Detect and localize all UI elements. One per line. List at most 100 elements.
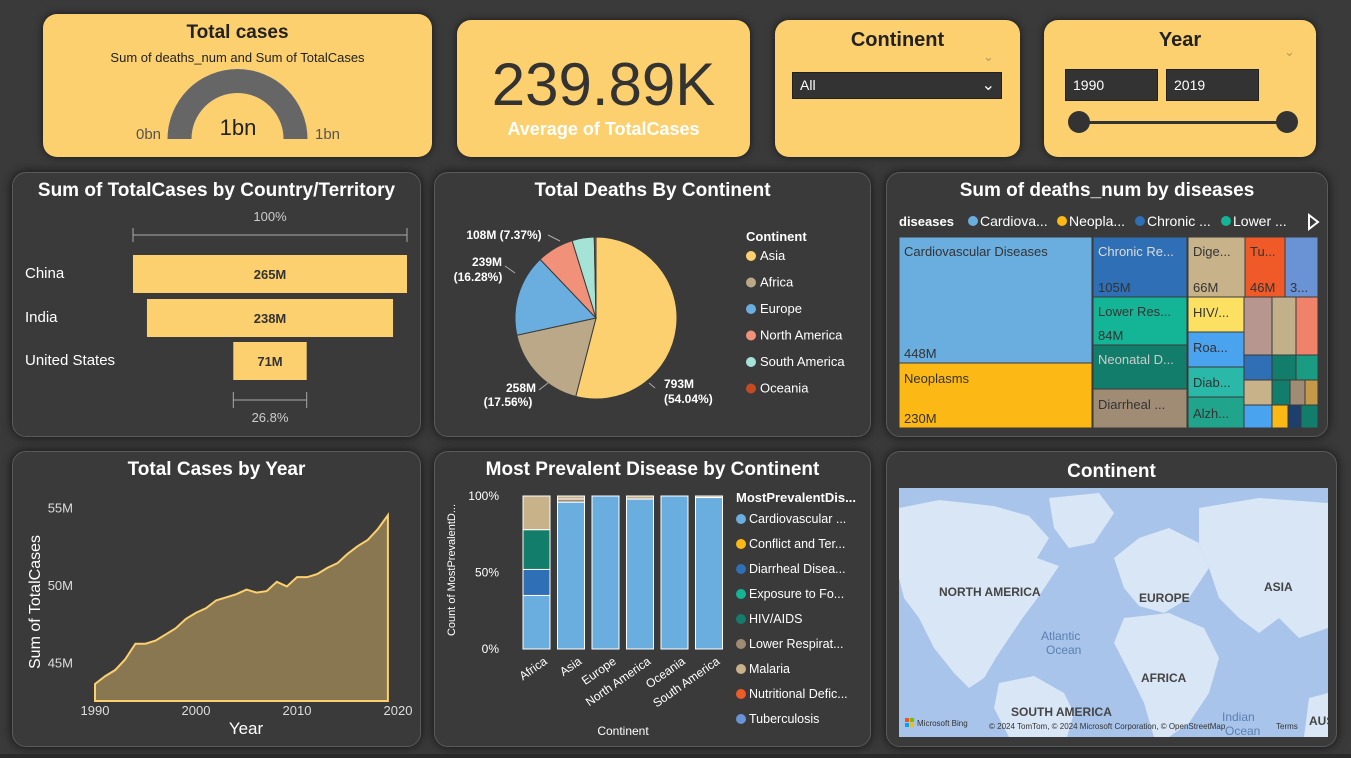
year-slicer[interactable]: Year ⌄ 1990 2019 (1044, 20, 1316, 157)
bing-logo-square-4 (910, 723, 914, 727)
tile-small-8[interactable] (1271, 379, 1291, 406)
legend-next-arrow-icon[interactable] (1308, 212, 1320, 232)
area-xtick: 2000 (182, 703, 211, 718)
legend-dot (736, 714, 746, 724)
stacked-segment[interactable] (626, 498, 654, 650)
slicer-chevron-icon[interactable]: ⌄ (1284, 44, 1295, 60)
slicer-chevron-icon[interactable]: ⌄ (983, 49, 994, 65)
stacked-legend-item[interactable]: Tuberculosis (749, 712, 819, 726)
stacked-segment[interactable] (522, 529, 551, 570)
continent-slicer[interactable]: Continent ⌄ All ⌄ (775, 20, 1020, 157)
area-xtick: 2020 (384, 703, 413, 718)
pie-legend-item[interactable]: Africa (760, 275, 794, 290)
stacked-segment[interactable] (695, 495, 723, 499)
bottom-strip (0, 754, 1351, 758)
stacked-legend-item[interactable]: Conflict and Ter... (749, 537, 845, 551)
average-totalcases-card[interactable]: 239.89K Average of TotalCases (457, 20, 750, 157)
funnel-category: India (25, 309, 58, 326)
tile-small-10[interactable] (1304, 379, 1319, 406)
stacked-segment[interactable] (557, 495, 585, 500)
funnel-bar-value: 71M (257, 354, 282, 369)
stacked-segment[interactable] (522, 495, 551, 531)
pie-card[interactable]: Total Deaths By Continent 793M (54.04%) … (434, 172, 871, 437)
stacked-segment[interactable] (591, 495, 620, 650)
pie-legend-item[interactable]: Europe (760, 301, 802, 316)
tile-small-1[interactable] (1243, 296, 1273, 356)
stacked-segment[interactable] (695, 497, 723, 650)
treemap-legend-item[interactable]: Lower ... (1233, 213, 1287, 229)
area-card[interactable]: Total Cases by Year 1990 2000 2010 2020 45M… (12, 451, 421, 747)
stacked-legend-item[interactable]: Nutritional Defic... (749, 687, 848, 701)
pie-leader-europe (504, 265, 516, 274)
stacked-legend-item[interactable]: Cardiovascular ... (749, 512, 846, 526)
funnel-top-label: 100% (253, 209, 287, 224)
treemap-legend-dot (1057, 216, 1067, 226)
year-to-input[interactable]: 2019 (1166, 69, 1259, 101)
tile-small-3[interactable] (1295, 296, 1319, 356)
stacked-legend-item[interactable]: Malaria (749, 662, 790, 676)
year-slicer-title: Year (1158, 29, 1202, 51)
area-ytick: 45M (48, 655, 73, 670)
tile-label: Neonatal D... (1098, 352, 1174, 367)
map-logo: Microsoft Bing (917, 719, 968, 728)
map-label: Ocean (1046, 643, 1081, 657)
stacked-segment[interactable] (626, 495, 654, 500)
year-to-value: 2019 (1174, 77, 1206, 93)
treemap-legend-item[interactable]: Cardiova... (980, 213, 1048, 229)
pie-legend-item[interactable]: Asia (760, 248, 786, 263)
map-terms[interactable]: Terms (1276, 722, 1298, 731)
tile-small-9[interactable] (1289, 379, 1306, 406)
funnel-bottom-label: 26.8% (252, 410, 289, 425)
stacked-segment[interactable] (557, 501, 585, 650)
legend-dot (736, 589, 746, 599)
treemap-legend-item[interactable]: Neopla... (1069, 213, 1125, 229)
tile-value: 66M (1193, 280, 1218, 295)
treemap-legend-item[interactable]: Chronic ... (1147, 213, 1211, 229)
tile-small-7[interactable] (1243, 379, 1273, 406)
stacked-card[interactable]: Most Prevalent Disease by Continent 100%… (434, 451, 871, 747)
pie-legend-item[interactable]: South America (760, 354, 845, 369)
stacked-segment[interactable] (660, 495, 689, 650)
year-from-input[interactable]: 1990 (1065, 69, 1158, 101)
treemap-legend-dot (1135, 216, 1145, 226)
map-card[interactable]: Continent NORTH AMERICA EUROPE ASIA AFRI… (886, 451, 1337, 747)
treemap-card[interactable]: Sum of deaths_num by diseases diseases C… (886, 172, 1328, 437)
tile-value: 46M (1250, 280, 1275, 295)
tile-small-2[interactable] (1271, 296, 1297, 356)
funnel-card[interactable]: Sum of TotalCases by Country/Territory 1… (12, 172, 421, 437)
year-slider-track[interactable] (1080, 121, 1288, 124)
area-chart: 1990 2000 2010 2020 45M 50M 55M Year Sum of T… (27, 500, 413, 738)
tile-small-6[interactable] (1295, 354, 1319, 381)
tile-small-13[interactable] (1287, 404, 1302, 429)
continent-dropdown-value: All (800, 77, 816, 93)
total-cases-card[interactable]: Total cases Sum of deaths_num and Sum of… (43, 14, 432, 157)
tile-small-12[interactable] (1271, 404, 1289, 429)
tile-label: Alzh... (1193, 406, 1229, 421)
year-slider-handle-start[interactable] (1068, 111, 1090, 133)
year-slider-handle-end[interactable] (1276, 111, 1298, 133)
pie-legend-item[interactable]: North America (760, 328, 843, 343)
continent-dropdown[interactable]: All ⌄ (792, 72, 1002, 99)
tile-small-14[interactable] (1300, 404, 1319, 429)
tile-small-4[interactable] (1243, 354, 1273, 381)
stacked-segment[interactable] (522, 594, 551, 650)
stacked-legend-item[interactable]: Lower Respirat... (749, 637, 843, 651)
legend-dot (746, 277, 756, 288)
map-label: AFRICA (1141, 671, 1187, 685)
funnel-chart: 100% 26.8% 265M China 238M India 71M United S… (25, 209, 408, 425)
legend-dot (746, 357, 756, 367)
legend-dot (746, 304, 756, 314)
tile-small-11[interactable] (1243, 404, 1273, 429)
stacked-ytick: 0% (482, 642, 500, 656)
stacked-legend-item[interactable]: Diarrheal Disea... (749, 562, 846, 576)
legend-dot (736, 664, 746, 674)
stacked-legend-item[interactable]: HIV/AIDS (749, 612, 803, 626)
stacked-segment[interactable] (522, 568, 551, 596)
tile-label: Chronic Re... (1098, 244, 1174, 259)
area-xtick: 2010 (283, 703, 312, 718)
funnel-category: United States (25, 352, 115, 369)
stacked-legend-item[interactable]: Exposure to Fo... (749, 587, 844, 601)
world-map[interactable]: NORTH AMERICA EUROPE ASIA AFRICA SOUTH A… (899, 488, 1328, 737)
tile-small-5[interactable] (1271, 354, 1297, 381)
pie-legend-item[interactable]: Oceania (760, 381, 809, 396)
